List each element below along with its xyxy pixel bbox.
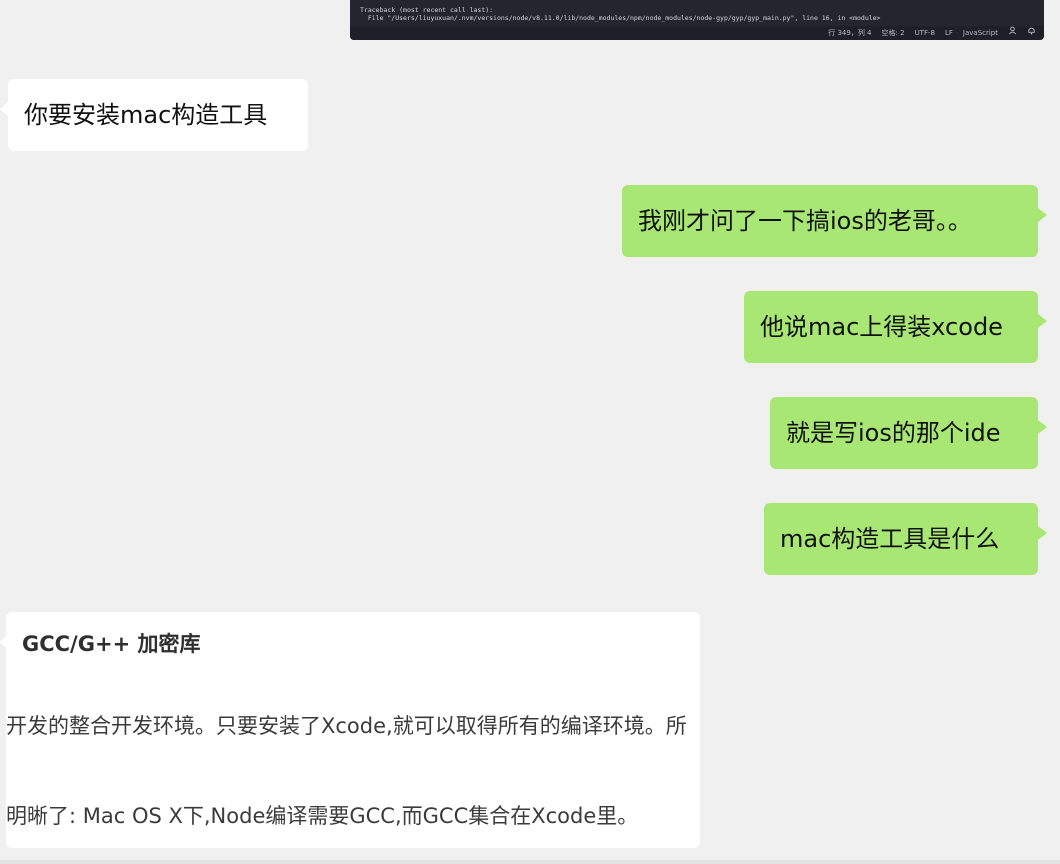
editor-status-bar: 行 349，列 4 空格: 2 UTF-8 LF JavaScript bbox=[350, 26, 1044, 40]
card-title: GCC/G++ 加密库 bbox=[22, 632, 201, 656]
status-encoding[interactable]: UTF-8 bbox=[915, 26, 935, 40]
card-text-line: 明晰了: Mac OS X下,Node编译需要GCC,而GCC集合在Xcode里… bbox=[6, 804, 639, 828]
message-bubble-outgoing[interactable]: mac构造工具是什么 bbox=[764, 503, 1047, 575]
divider bbox=[0, 860, 1060, 864]
status-position[interactable]: 行 349，列 4 bbox=[828, 26, 871, 40]
message-text: 你要安装mac构造工具 bbox=[24, 101, 268, 129]
code-line: File "/Users/liuyuxuan/.nvm/versions/nod… bbox=[360, 14, 881, 22]
card-text-line: 开发的整合开发环境。只要安装了Xcode,就可以取得所有的编译环境。所 bbox=[6, 714, 687, 738]
image-message-card[interactable]: GCC/G++ 加密库 开发的整合开发环境。只要安装了Xcode,就可以取得所有… bbox=[6, 612, 700, 848]
status-spaces[interactable]: 空格: 2 bbox=[882, 26, 905, 40]
message-bubble-outgoing[interactable]: 就是写ios的那个ide bbox=[770, 397, 1047, 469]
code-line: Traceback (most recent call last): bbox=[360, 6, 494, 14]
person-icon[interactable] bbox=[1008, 26, 1017, 40]
bell-icon[interactable] bbox=[1027, 26, 1036, 40]
message-text: mac构造工具是什么 bbox=[780, 525, 1000, 553]
editor-screenshot[interactable]: Traceback (most recent call last): File … bbox=[350, 0, 1044, 40]
editor-code: Traceback (most recent call last): File … bbox=[360, 6, 880, 22]
message-text: 他说mac上得装xcode bbox=[760, 313, 1003, 341]
message-text: 就是写ios的那个ide bbox=[786, 419, 1001, 447]
message-bubble-outgoing[interactable]: 他说mac上得装xcode bbox=[744, 291, 1047, 363]
status-eol[interactable]: LF bbox=[945, 26, 953, 40]
message-text: 我刚才问了一下搞ios的老哥。。 bbox=[638, 207, 972, 235]
status-language[interactable]: JavaScript bbox=[963, 26, 998, 40]
message-bubble-incoming[interactable]: 你要安装mac构造工具 bbox=[0, 79, 308, 151]
message-bubble-outgoing[interactable]: 我刚才问了一下搞ios的老哥。。 bbox=[622, 185, 1047, 257]
